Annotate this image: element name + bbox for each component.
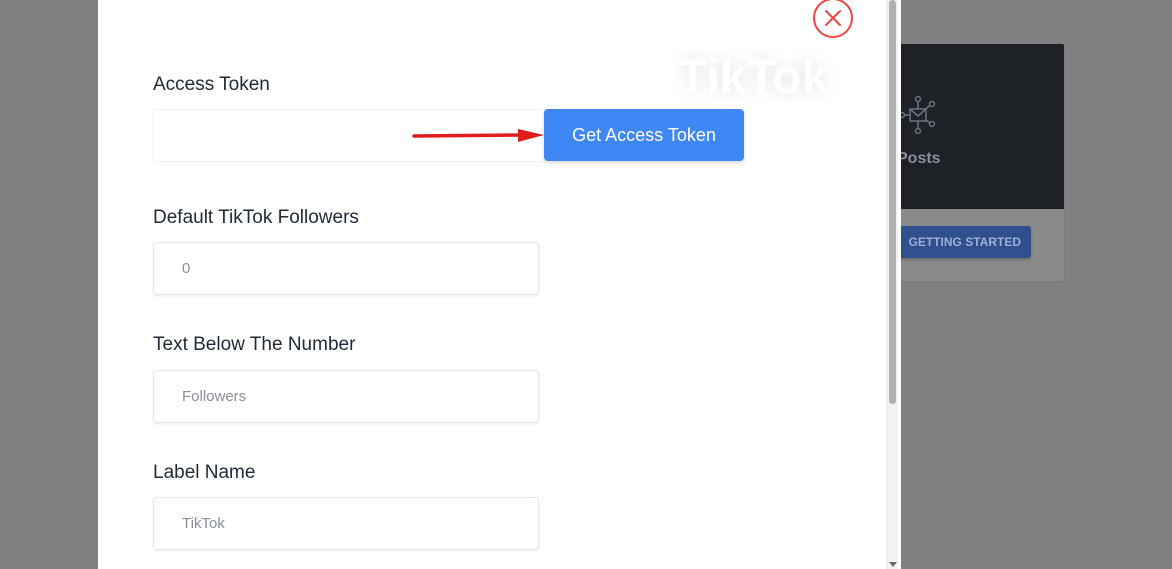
tiktok-watermark: TikTok	[678, 51, 829, 104]
modal-scrollbar-thumb[interactable]	[889, 0, 896, 404]
close-icon	[825, 10, 841, 26]
text-below-number-input[interactable]	[153, 370, 539, 423]
background-card: Posts GETTING STARTED	[880, 43, 1065, 282]
red-arrow-annotation	[412, 129, 544, 142]
get-access-token-button[interactable]: Get Access Token	[544, 109, 744, 161]
label-name-label: Label Name	[153, 462, 256, 483]
access-token-label: Access Token	[153, 74, 270, 95]
default-followers-label: Default TikTok Followers	[153, 207, 359, 228]
default-followers-input[interactable]	[153, 242, 539, 295]
background-card-header: Posts	[881, 44, 1064, 209]
background-card-title: Posts	[897, 150, 941, 167]
text-below-number-label: Text Below The Number	[153, 334, 356, 355]
getting-started-button[interactable]: GETTING STARTED	[891, 226, 1031, 258]
network-envelope-icon	[898, 95, 936, 134]
scroll-down-arrow-icon[interactable]	[888, 559, 898, 569]
label-name-input[interactable]	[153, 497, 539, 550]
